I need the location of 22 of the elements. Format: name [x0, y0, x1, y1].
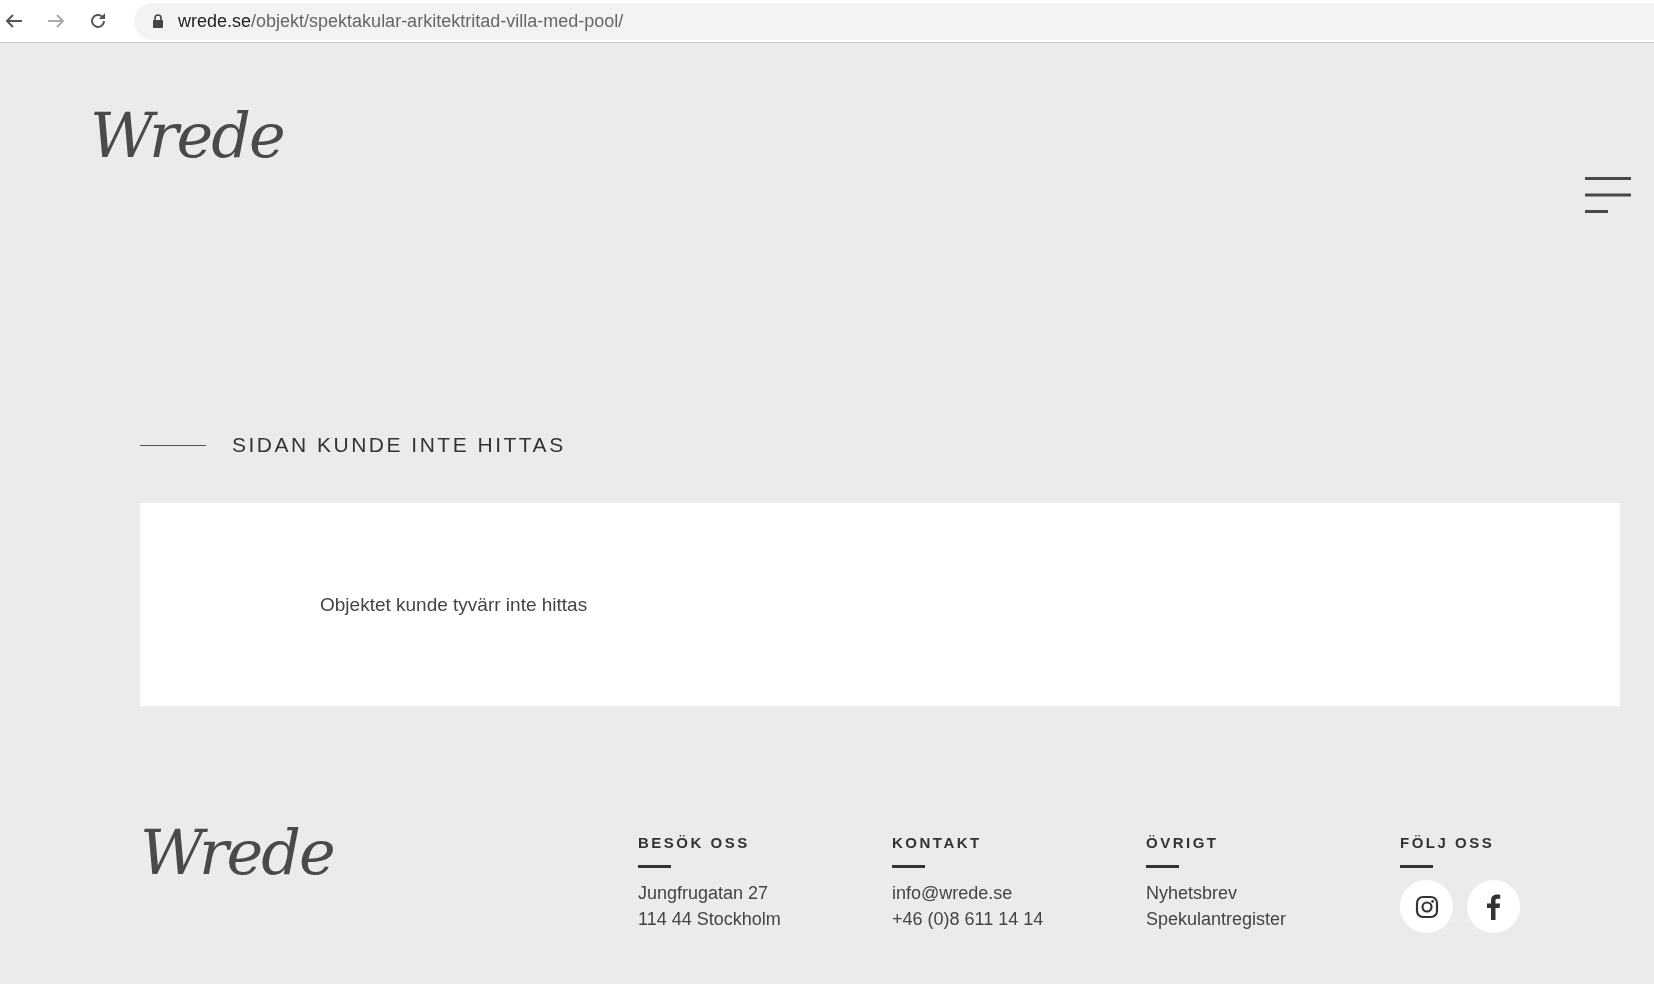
back-icon[interactable] [4, 13, 24, 29]
address-bar[interactable]: wrede.se/objekt/spektakular-arkitektritad-villa-med-pool/ [134, 2, 1654, 40]
menu-icon[interactable] [1584, 177, 1632, 213]
lock-icon [152, 14, 164, 28]
footer-link[interactable]: Jungfrugatan 27 [638, 880, 769, 906]
column-title: BESÖK OSS [638, 834, 750, 851]
column-title: ÖVRIGT [1146, 834, 1219, 851]
url-text: wrede.se/objekt/spektakular-arkitektritad-villa-med-pool/ [178, 10, 624, 32]
footer-logo[interactable]: Wrede [140, 822, 638, 933]
page-heading: SIDAN KUNDE INTE HITTAS [232, 433, 566, 457]
column-title: FÖLJ OSS [1400, 834, 1495, 851]
reload-icon[interactable] [88, 11, 108, 31]
instagram-icon[interactable] [1400, 880, 1453, 933]
column-title: KONTAKT [892, 834, 982, 851]
facebook-icon[interactable] [1467, 880, 1520, 933]
message-text: Objektet kunde tyvärr inte hittas [320, 593, 588, 616]
footer-link[interactable]: +46 (0)8 611 14 14 [892, 906, 1044, 932]
logo[interactable]: Wrede [90, 105, 284, 167]
footer-link[interactable]: Nyhetsbrev [1146, 880, 1238, 906]
footer-link[interactable]: Spekulantregister [1146, 906, 1287, 932]
footer-link[interactable]: 114 44 Stockholm [638, 906, 781, 932]
footer-link[interactable]: info@wrede.se [892, 880, 1013, 906]
